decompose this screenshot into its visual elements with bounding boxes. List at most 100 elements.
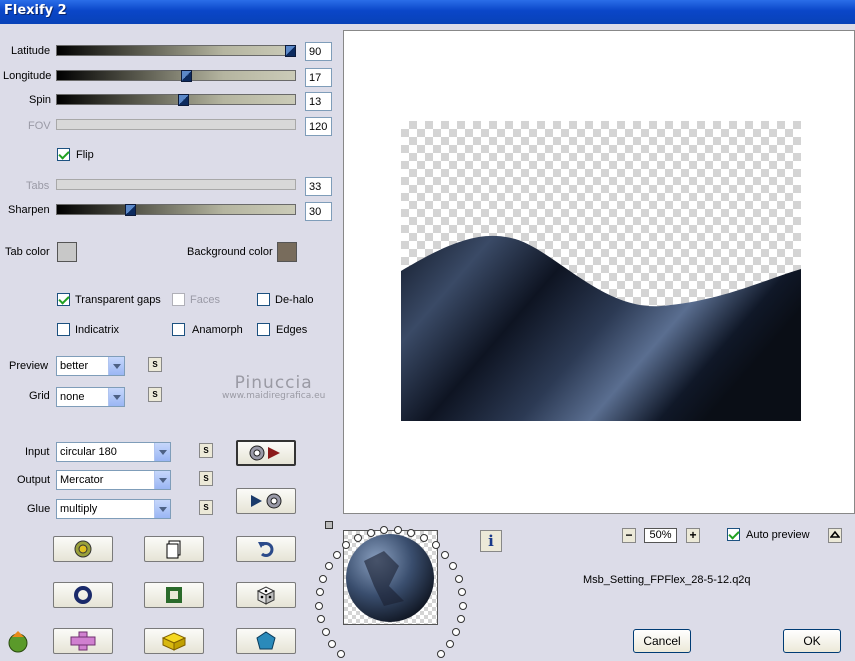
rotation-dot[interactable] xyxy=(337,650,346,659)
sharpen-slider[interactable] xyxy=(56,204,296,216)
transparent-gaps-checkbox[interactable] xyxy=(57,293,70,306)
spin-thumb[interactable] xyxy=(178,94,189,106)
longitude-slider[interactable] xyxy=(56,70,296,82)
glue-select[interactable]: multiply xyxy=(56,499,171,519)
output-preview-button[interactable] xyxy=(236,488,296,514)
output-select[interactable]: Mercator xyxy=(56,470,171,490)
rotation-dot[interactable] xyxy=(420,534,429,543)
zoom-in-button[interactable]: + xyxy=(686,528,700,543)
latitude-label: Latitude xyxy=(11,45,51,57)
background-color-label: Background color xyxy=(187,246,273,258)
grid-select[interactable]: none xyxy=(56,387,125,407)
rotation-dot[interactable] xyxy=(315,601,324,610)
chevron-down-icon[interactable] xyxy=(108,357,124,375)
preview-quality-label: Preview xyxy=(9,360,49,372)
latitude-slider[interactable] xyxy=(56,45,296,57)
dice-icon xyxy=(256,586,276,605)
anamorph-checkbox[interactable] xyxy=(172,323,185,336)
output-label: Output xyxy=(17,474,51,486)
longitude-thumb[interactable] xyxy=(181,70,192,82)
indicatrix-checkbox[interactable] xyxy=(57,323,70,336)
cube-icon xyxy=(161,632,187,651)
rotation-dot[interactable] xyxy=(452,628,461,637)
randomize-button[interactable] xyxy=(53,536,113,562)
glue-s-button[interactable]: S xyxy=(199,500,213,515)
preview-quality-value: better xyxy=(60,360,89,372)
zoom-out-button[interactable]: − xyxy=(622,528,636,543)
input-preview-button[interactable] xyxy=(236,440,296,466)
title-bar: Flexify 2 xyxy=(0,0,855,24)
preview-quality-select[interactable]: better xyxy=(56,356,125,376)
edges-checkbox[interactable] xyxy=(257,323,270,336)
copy-icon xyxy=(166,540,181,559)
longitude-label: Longitude xyxy=(3,70,52,82)
ring-button[interactable] xyxy=(53,582,113,608)
rotation-dot[interactable] xyxy=(441,550,450,559)
grid-label: Grid xyxy=(29,390,50,402)
spin-value[interactable]: 13 xyxy=(305,92,332,111)
ring-icon xyxy=(74,586,92,604)
rotation-dot[interactable] xyxy=(317,615,326,624)
cancel-button[interactable]: Cancel xyxy=(633,629,691,653)
input-s-button[interactable]: S xyxy=(199,443,213,458)
preview-s-button[interactable]: S xyxy=(148,357,162,372)
chevron-down-icon[interactable] xyxy=(154,500,170,518)
fov-label: FOV xyxy=(28,120,51,132)
chevron-down-icon[interactable] xyxy=(154,443,170,461)
grid-value: none xyxy=(60,391,85,403)
rotation-dot[interactable] xyxy=(321,628,330,637)
pentagon-button[interactable] xyxy=(236,628,296,654)
spin-label: Spin xyxy=(29,94,52,106)
latitude-thumb[interactable] xyxy=(285,45,296,57)
undo-icon xyxy=(258,542,274,557)
rotation-dot[interactable] xyxy=(353,534,362,543)
tab-color-swatch[interactable] xyxy=(57,242,77,262)
undo-button[interactable] xyxy=(236,536,296,562)
rotation-dot[interactable] xyxy=(458,587,467,596)
frame-icon xyxy=(166,587,182,603)
output-s-button[interactable]: S xyxy=(199,471,213,486)
rotation-dot[interactable] xyxy=(318,574,327,583)
copy-button[interactable] xyxy=(144,536,204,562)
anamorph-label: Anamorph xyxy=(192,324,243,336)
cross-button[interactable] xyxy=(53,628,113,654)
rotation-dot[interactable] xyxy=(315,587,324,596)
chevron-down-icon[interactable] xyxy=(108,388,124,406)
input-select[interactable]: circular 180 xyxy=(56,442,171,462)
ok-button[interactable]: OK xyxy=(783,629,841,653)
de-halo-checkbox[interactable] xyxy=(257,293,270,306)
frame-button[interactable] xyxy=(144,582,204,608)
rotation-dot[interactable] xyxy=(455,574,464,583)
rotation-handle[interactable] xyxy=(325,521,333,529)
info-button[interactable]: i xyxy=(480,530,502,552)
auto-preview-checkbox[interactable] xyxy=(727,528,740,541)
watermark-name: Pinuccia xyxy=(234,373,313,393)
preview-pane[interactable] xyxy=(343,30,855,514)
sharpen-thumb[interactable] xyxy=(125,204,136,216)
rotation-dot[interactable] xyxy=(436,650,445,659)
rotation-dot[interactable] xyxy=(445,639,454,648)
cube-button[interactable] xyxy=(144,628,204,654)
pentagon-icon xyxy=(256,631,276,650)
rotation-dot[interactable] xyxy=(458,601,467,610)
flip-checkbox[interactable] xyxy=(57,148,70,161)
rotation-dot[interactable] xyxy=(456,615,465,624)
rotation-dot[interactable] xyxy=(366,528,375,537)
rotation-dot[interactable] xyxy=(328,639,337,648)
rotation-dot[interactable] xyxy=(449,562,458,571)
randomize-icon xyxy=(74,540,92,558)
background-color-swatch[interactable] xyxy=(277,242,297,262)
grid-s-button[interactable]: S xyxy=(148,387,162,402)
rotation-dot[interactable] xyxy=(431,541,440,550)
chevron-down-icon[interactable] xyxy=(154,471,170,489)
sharpen-label: Sharpen xyxy=(8,204,50,216)
longitude-value[interactable]: 17 xyxy=(305,68,332,87)
collapse-button[interactable] xyxy=(828,528,842,543)
rotation-dot[interactable] xyxy=(332,550,341,559)
sharpen-value[interactable]: 30 xyxy=(305,202,332,221)
dice-button[interactable] xyxy=(236,582,296,608)
spin-slider[interactable] xyxy=(56,94,296,106)
source-thumbnail[interactable] xyxy=(343,530,438,625)
rotation-dot[interactable] xyxy=(324,562,333,571)
latitude-value[interactable]: 90 xyxy=(305,42,332,61)
